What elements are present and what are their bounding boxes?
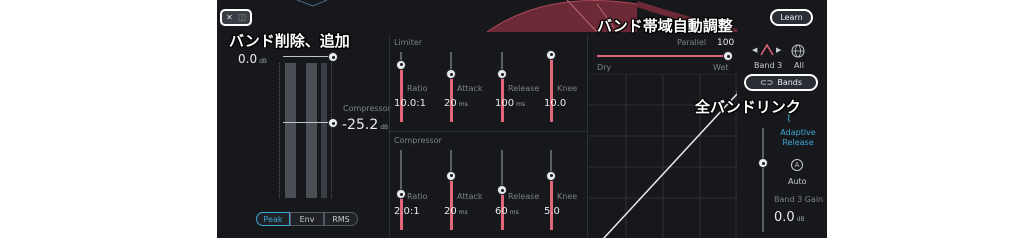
meter-mode-env[interactable]: Env xyxy=(290,212,324,226)
auto-label: Auto xyxy=(788,177,807,186)
meter-scale-right xyxy=(331,63,334,198)
meter-mode-peak-label: Peak xyxy=(263,214,283,224)
meter-mode-env-label: Env xyxy=(299,214,315,224)
limiter-controls-slider-fill-3 xyxy=(549,59,553,122)
limiter-section-label: Limiter xyxy=(394,38,423,47)
meter-scale-left xyxy=(279,63,282,198)
limiter-controls-slider-handle-3[interactable] xyxy=(546,49,556,60)
meter-mode-peak[interactable]: Peak xyxy=(256,212,290,226)
compressor-controls-value-1: 20 ms xyxy=(444,206,468,217)
compressor-controls-slider-handle-3[interactable] xyxy=(546,170,556,181)
learn-button[interactable]: Learn xyxy=(770,9,813,26)
meter-top-value: 0.0 xyxy=(238,52,258,66)
compressor-controls-value-0: 2.0:1 xyxy=(394,206,420,217)
limiter-controls-label-1: Attack xyxy=(457,84,483,93)
add-icon[interactable]: ◫ xyxy=(238,13,247,23)
limiter-controls-label-0: Ratio xyxy=(407,84,428,93)
parallel-wet-label: Wet xyxy=(713,63,729,72)
annotation-band-auto-adjust: バンド帯域自動調整 xyxy=(597,17,733,35)
annotation-link-all-bands: 全バンドリンク xyxy=(695,98,801,116)
limiter-controls-value-1: 20 ms xyxy=(444,98,468,109)
close-icon[interactable]: ✕ xyxy=(226,13,233,22)
limiter-controls-value-2: 100 ms xyxy=(495,98,526,109)
compressor-threshold-value: -25.2 xyxy=(342,117,379,133)
compressor-controls-slider-handle-2[interactable] xyxy=(497,185,507,195)
compressor-controls-value-3: 5.0 xyxy=(544,206,560,217)
compressor-controls-label-3: Knee xyxy=(557,192,578,201)
adaptive-release-label[interactable]: Adaptive Release xyxy=(777,128,819,148)
limiter-controls-value-0: 10.0:1 xyxy=(394,98,426,109)
compressor-threshold-unit: dB xyxy=(380,124,389,131)
compressor-threshold-line xyxy=(283,122,331,123)
band-gain-slider-track[interactable] xyxy=(762,128,764,232)
dynamics-panel: ✕ ◫ Learn 0.0 dB Compressor -25.2 dB Peak … xyxy=(217,0,827,238)
limiter-controls-slider-handle-0[interactable] xyxy=(396,59,406,70)
band-next-icon[interactable]: ▶ xyxy=(776,46,781,54)
band-gain-label: Band 3 Gain xyxy=(774,195,824,204)
parallel-label: Parallel xyxy=(677,38,707,47)
learn-label: Learn xyxy=(780,13,803,22)
compressor-controls-value-2: 60 ms xyxy=(495,206,519,217)
meter-bar-left xyxy=(285,63,296,198)
parallel-slider-handle[interactable] xyxy=(723,51,733,61)
meter-bar-mid xyxy=(306,63,317,198)
meter-mode-rms-label: RMS xyxy=(332,214,350,224)
bands-link-button[interactable]: ⊂⊃ Bands xyxy=(744,74,818,91)
compressor-controls-slider-handle-1[interactable] xyxy=(446,170,456,181)
all-bands-label: All xyxy=(794,61,804,70)
divider-horizontal xyxy=(389,131,587,132)
meter-bar-right xyxy=(321,63,327,198)
compressor-threshold-handle[interactable] xyxy=(328,118,338,128)
parallel-slider-track[interactable] xyxy=(597,55,725,57)
parallel-value: 100 xyxy=(717,38,735,48)
compressor-controls-label-1: Attack xyxy=(457,192,483,201)
meter-top-handle[interactable] xyxy=(328,52,338,62)
band-gain-readout: 0.0 dB xyxy=(774,206,805,225)
band-remove-add-control[interactable]: ✕ ◫ xyxy=(220,9,252,26)
spectrum-display xyxy=(296,0,738,32)
meter-mode-rms[interactable]: RMS xyxy=(324,212,358,226)
link-icon: ⊂⊃ xyxy=(759,78,774,87)
band-gain-slider-handle[interactable] xyxy=(758,158,768,168)
limiter-controls-label-3: Knee xyxy=(557,84,578,93)
band-prev-icon[interactable]: ◀ xyxy=(752,46,757,54)
divider-vertical-1 xyxy=(389,34,390,238)
current-band-label: Band 3 xyxy=(754,61,783,70)
compressor-threshold-readout: -25.2 dB xyxy=(342,114,388,133)
limiter-controls-label-2: Release xyxy=(508,84,540,93)
meter-threshold-line-top xyxy=(283,56,331,57)
compressor-controls-label-2: Release xyxy=(508,192,540,201)
band-gain-unit: dB xyxy=(796,216,805,223)
limiter-controls-slider-fill-0 xyxy=(399,69,403,122)
bands-link-label: Bands xyxy=(777,78,803,87)
limiter-controls-value-3: 10.0 xyxy=(544,98,567,109)
band-shape-icon xyxy=(760,44,774,56)
compressor-section-label: Compressor xyxy=(394,136,442,145)
limiter-controls-slider-handle-1[interactable] xyxy=(446,69,456,80)
divider-vertical-2 xyxy=(587,34,588,238)
compressor-controls-slider-handle-0[interactable] xyxy=(396,189,406,199)
globe-icon[interactable] xyxy=(791,44,805,58)
parallel-dry-label: Dry xyxy=(597,63,612,72)
auto-button[interactable]: A xyxy=(791,159,803,171)
annotation-band-delete-add: バンド削除、追加 xyxy=(229,32,350,50)
compressor-threshold-label: Compressor xyxy=(343,104,391,113)
meter-top-unit: dB xyxy=(259,58,268,65)
limiter-controls-slider-handle-2[interactable] xyxy=(497,69,507,80)
compressor-controls-label-0: Ratio xyxy=(407,192,428,201)
band-gain-value: 0.0 xyxy=(774,210,795,225)
